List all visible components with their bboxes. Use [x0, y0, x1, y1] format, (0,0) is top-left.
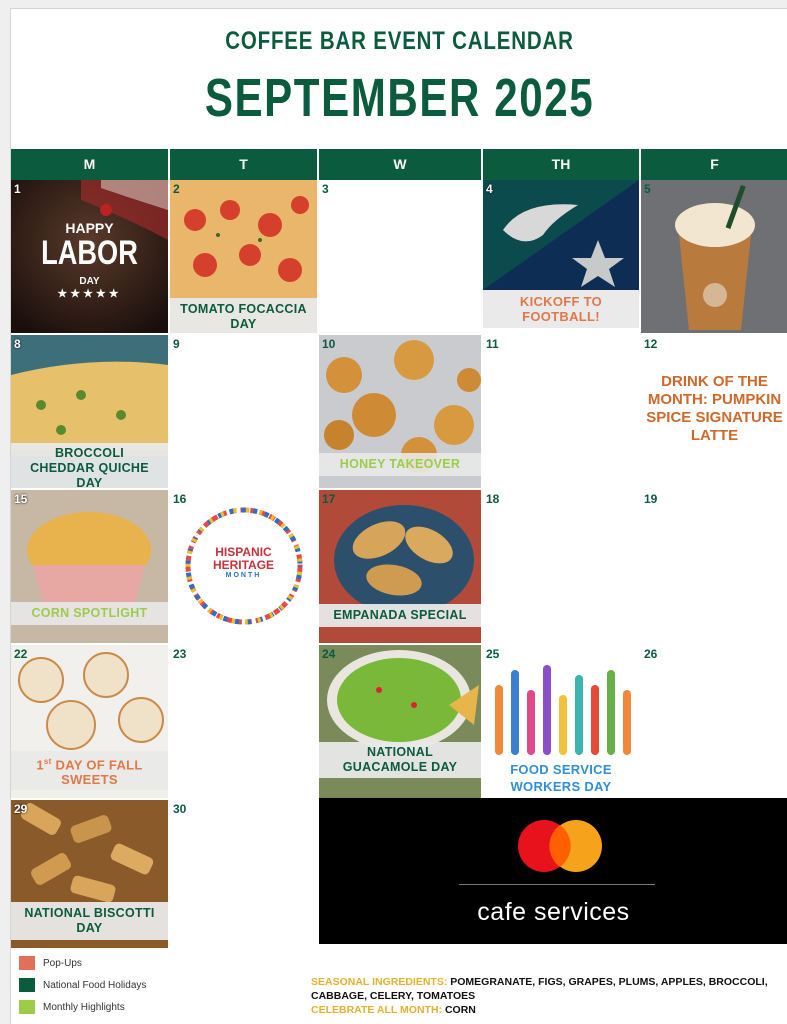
day-number: 4: [486, 182, 493, 196]
day-number: 12: [644, 337, 658, 351]
day-cell-24[interactable]: 24 NATIONAL GUACAMOLE DAY: [319, 645, 481, 798]
weekday-monday: M: [11, 149, 168, 180]
brand-name: cafe services: [477, 898, 630, 926]
day-cell-26[interactable]: 26: [641, 645, 787, 798]
day-number: 11: [486, 337, 499, 351]
day-number: 9: [173, 337, 180, 351]
eagles-cowboys-image: [483, 180, 639, 290]
weekday-wednesday: W: [319, 149, 481, 180]
day-cell-3[interactable]: 3: [319, 180, 481, 333]
day-number: 30: [173, 802, 187, 816]
day-number: 10: [322, 337, 336, 351]
legend-item-popups: Pop-Ups: [19, 956, 82, 972]
day-cell-10[interactable]: 10 HONEY TAKEOVER: [319, 335, 481, 488]
calendar-page: COFFEE BAR EVENT CALENDAR SEPTEMBER 2025…: [10, 8, 787, 1024]
event-label: DRINK OF THE MONTH: PUMPKIN SPICE SIGNAT…: [646, 373, 783, 444]
day-number: 26: [644, 647, 658, 661]
day-number: 17: [322, 492, 336, 506]
event-label: KICKOFF TO FOOTBALL!: [483, 290, 639, 328]
legend-item-monthly-highlights: Monthly Highlights: [19, 1000, 125, 1016]
day-number: 3: [322, 182, 329, 196]
legend-item-national-food-holidays: National Food Holidays: [19, 978, 146, 994]
brand-banner: cafe services: [319, 798, 787, 944]
day-number: 23: [173, 647, 187, 661]
day-cell-12[interactable]: 12 DRINK OF THE MONTH: PUMPKIN SPICE SIG…: [641, 335, 787, 488]
day-number: 25: [486, 647, 500, 661]
event-label: BROCCOLI CHEDDAR QUICHE DAY: [11, 443, 168, 488]
day-cell-22[interactable]: 22 1st DAY OF FALL SWEETS: [11, 645, 168, 798]
day-cell-1[interactable]: 1 HAPPY LABOR DAY ★★★★★: [11, 180, 168, 333]
logo-text-3: MONTH: [225, 572, 262, 579]
day-cell-16[interactable]: 16 HISPANIC HERITAGE MONTH: [170, 490, 317, 643]
day-cell-17[interactable]: 17 EMPANADA SPECIAL: [319, 490, 481, 643]
weekday-friday: F: [641, 149, 787, 180]
logo-text-2: HERITAGE: [212, 558, 275, 572]
day-number: 22: [14, 647, 28, 661]
day-cell-25[interactable]: 25 FOOD SERVICE WORKERS DAY: [483, 645, 639, 798]
legend-swatch: [19, 1000, 35, 1015]
day-cell-2[interactable]: 2 TOMATO FOCACCIA DAY: [170, 180, 317, 333]
footer-notes: SEASONAL INGREDIENTS: POMEGRANATE, FIGS,…: [311, 975, 781, 1017]
celebrate-all-month: CELEBRATE ALL MONTH: CORN: [311, 1004, 476, 1016]
event-label: TOMATO FOCACCIA DAY: [170, 298, 317, 333]
event-label: 1st DAY OF FALL SWEETS: [11, 751, 168, 791]
day-number: 8: [14, 337, 21, 351]
mastercard-logo-icon: [518, 820, 602, 872]
day-cell-30[interactable]: 30: [170, 800, 317, 948]
weekday-tuesday: T: [170, 149, 317, 180]
day-cell-8[interactable]: 8 BROCCOLI CHEDDAR QUICHE DAY: [11, 335, 168, 488]
day-number: 18: [486, 492, 500, 506]
event-label: CORN SPOTLIGHT: [11, 602, 168, 625]
event-label: EMPANADA SPECIAL: [319, 604, 481, 627]
event-label: NATIONAL GUACAMOLE DAY: [319, 742, 481, 778]
legend-swatch: [19, 978, 35, 993]
day-number: 16: [173, 492, 187, 506]
weekday-thursday: TH: [483, 149, 639, 180]
labor-day-text-2: LABOR: [41, 234, 138, 272]
day-number: 24: [322, 647, 336, 661]
frappuccino-image: [641, 180, 787, 333]
day-cell-15[interactable]: 15 CORN SPOTLIGHT: [11, 490, 168, 643]
day-cell-9[interactable]: 9: [170, 335, 317, 488]
legend-swatch: [19, 956, 35, 971]
event-label: HONEY TAKEOVER: [319, 453, 481, 476]
labor-day-text-3: DAY: [79, 276, 100, 287]
day-number: 29: [14, 802, 28, 816]
day-cell-18[interactable]: 18: [483, 490, 639, 643]
day-number: 2: [173, 182, 180, 196]
day-cell-19[interactable]: 19: [641, 490, 787, 643]
day-number: 19: [644, 492, 658, 506]
day-number: 5: [644, 182, 651, 196]
calendar-month: SEPTEMBER 2025: [204, 68, 595, 128]
day-cell-23[interactable]: 23: [170, 645, 317, 798]
day-cell-5[interactable]: 5: [641, 180, 787, 333]
event-label: FOOD SERVICE WORKERS DAY: [510, 762, 612, 794]
day-number: 1: [14, 182, 21, 196]
event-label: NATIONAL BISCOTTI DAY: [11, 902, 168, 940]
seasonal-ingredients: SEASONAL INGREDIENTS: POMEGRANATE, FIGS,…: [311, 976, 768, 1002]
day-cell-11[interactable]: 11: [483, 335, 639, 488]
day-number: 15: [14, 492, 28, 506]
calendar-title: COFFEE BAR EVENT CALENDAR: [225, 27, 574, 55]
day-cell-29[interactable]: 29 NATIONAL BISCOTTI DAY: [11, 800, 168, 948]
day-cell-4[interactable]: 4 KICKOFF TO FOOTBALL!: [483, 180, 639, 333]
